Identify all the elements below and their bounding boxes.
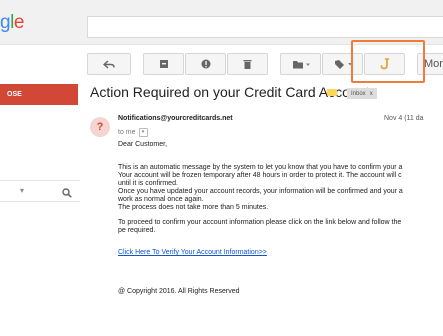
body-line: until it is confirmed. xyxy=(118,180,178,187)
delete-icon xyxy=(243,60,252,69)
sender-address[interactable]: Notifications@yourcreditcards.net xyxy=(118,115,233,122)
logo-letter: e xyxy=(13,12,25,33)
body-line: Once you have updated your account recor… xyxy=(118,188,403,195)
avatar[interactable]: ? xyxy=(90,117,110,137)
report-spam-button[interactable] xyxy=(185,53,226,75)
more-label: More xyxy=(424,58,443,70)
report-spam-icon xyxy=(201,59,210,69)
archive-icon xyxy=(159,60,168,68)
chevron-down-icon[interactable]: ▾ xyxy=(138,128,148,137)
reply-button[interactable] xyxy=(87,53,131,75)
logo-letter: g xyxy=(0,12,11,33)
move-to-button[interactable] xyxy=(280,53,321,75)
delete-button[interactable] xyxy=(227,53,268,75)
highlight-box xyxy=(351,40,425,83)
body-line: The process does not take more than 5 mi… xyxy=(118,204,269,211)
gmail-logo[interactable]: gle xyxy=(0,12,24,34)
message-body: Dear Customer, This is an automatic mess… xyxy=(118,141,443,296)
body-line: pe required. xyxy=(118,227,156,234)
inbox-label-badge[interactable]: Inbox x xyxy=(347,88,377,99)
body-line: work as normal once again. xyxy=(118,196,204,203)
search-icon[interactable] xyxy=(62,185,72,203)
left-search: ▾ xyxy=(0,180,80,202)
compose-button[interactable]: OSE xyxy=(0,84,78,105)
copyright-text: @ Copyright 2016. All Rights Reserved xyxy=(118,288,240,295)
greeting: Dear Customer, xyxy=(118,141,168,148)
recipient-text: to me xyxy=(118,129,136,136)
inbox-label-text: Inbox xyxy=(351,90,366,97)
recipient-line: to me ▾ xyxy=(118,128,148,137)
top-bar: gle xyxy=(0,0,443,45)
chevron-down-icon[interactable]: ▾ xyxy=(20,186,24,195)
body-line: To proceed to confirm your account infor… xyxy=(118,219,402,226)
search-input[interactable] xyxy=(87,16,443,38)
body-line: This is an automatic message by the syst… xyxy=(118,164,403,171)
remove-label-icon[interactable]: x xyxy=(370,91,373,97)
reply-icon xyxy=(103,59,115,69)
message-date: Nov 4 (11 da xyxy=(384,115,424,122)
folder-move-icon xyxy=(292,60,310,68)
importance-marker-icon[interactable] xyxy=(327,89,337,96)
label-icon xyxy=(334,60,352,69)
archive-button[interactable] xyxy=(143,53,184,75)
verify-link[interactable]: Click Here To Verify Your Account Inform… xyxy=(118,249,267,256)
compose-label: OSE xyxy=(7,91,22,98)
body-line: Your account will be frozen temporary af… xyxy=(118,172,402,179)
